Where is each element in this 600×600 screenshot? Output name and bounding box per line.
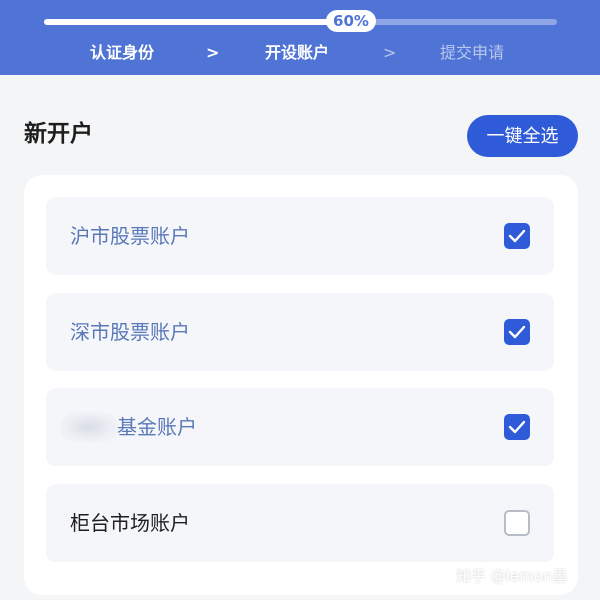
progress-header: 60% 认证身份 > 开设账户 > 提交申请 xyxy=(0,0,600,75)
step-arrow-icon: > xyxy=(383,43,397,62)
account-label: 柜台市场账户 xyxy=(70,511,190,535)
account-item-fund[interactable]: 基金账户 xyxy=(46,388,554,466)
check-icon xyxy=(508,325,526,339)
page-title: 新开户 xyxy=(24,121,93,147)
obscured-text-mask xyxy=(60,412,118,442)
account-checkbox[interactable] xyxy=(504,319,530,345)
check-icon xyxy=(508,420,526,434)
account-list-card: 沪市股票账户 深市股票账户 基金账户 柜台市场账户 xyxy=(24,175,578,595)
account-checkbox[interactable] xyxy=(504,414,530,440)
account-checkbox[interactable] xyxy=(504,223,530,249)
step-verify-identity: 认证身份 xyxy=(90,43,155,62)
account-item-sh-stock[interactable]: 沪市股票账户 xyxy=(46,197,554,275)
check-icon xyxy=(508,229,526,243)
progress-bar-fill xyxy=(44,19,352,25)
account-label: 深市股票账户 xyxy=(70,320,190,344)
account-label: 基金账户 xyxy=(117,415,197,439)
select-all-button[interactable]: 一键全选 xyxy=(467,115,578,157)
account-label: 沪市股票账户 xyxy=(70,224,190,248)
account-checkbox[interactable] xyxy=(504,510,530,536)
watermark: 知乎 @lemon墨 xyxy=(456,567,568,585)
account-item-sz-stock[interactable]: 深市股票账户 xyxy=(46,293,554,371)
progress-percent-badge: 60% xyxy=(326,10,376,32)
account-item-otc[interactable]: 柜台市场账户 xyxy=(46,484,554,562)
step-submit-application: 提交申请 xyxy=(440,43,505,62)
step-indicator: 认证身份 > 开设账户 > 提交申请 xyxy=(0,40,600,66)
step-open-account: 开设账户 xyxy=(265,43,330,62)
step-arrow-icon: > xyxy=(206,43,220,62)
progress-bar xyxy=(44,19,557,25)
